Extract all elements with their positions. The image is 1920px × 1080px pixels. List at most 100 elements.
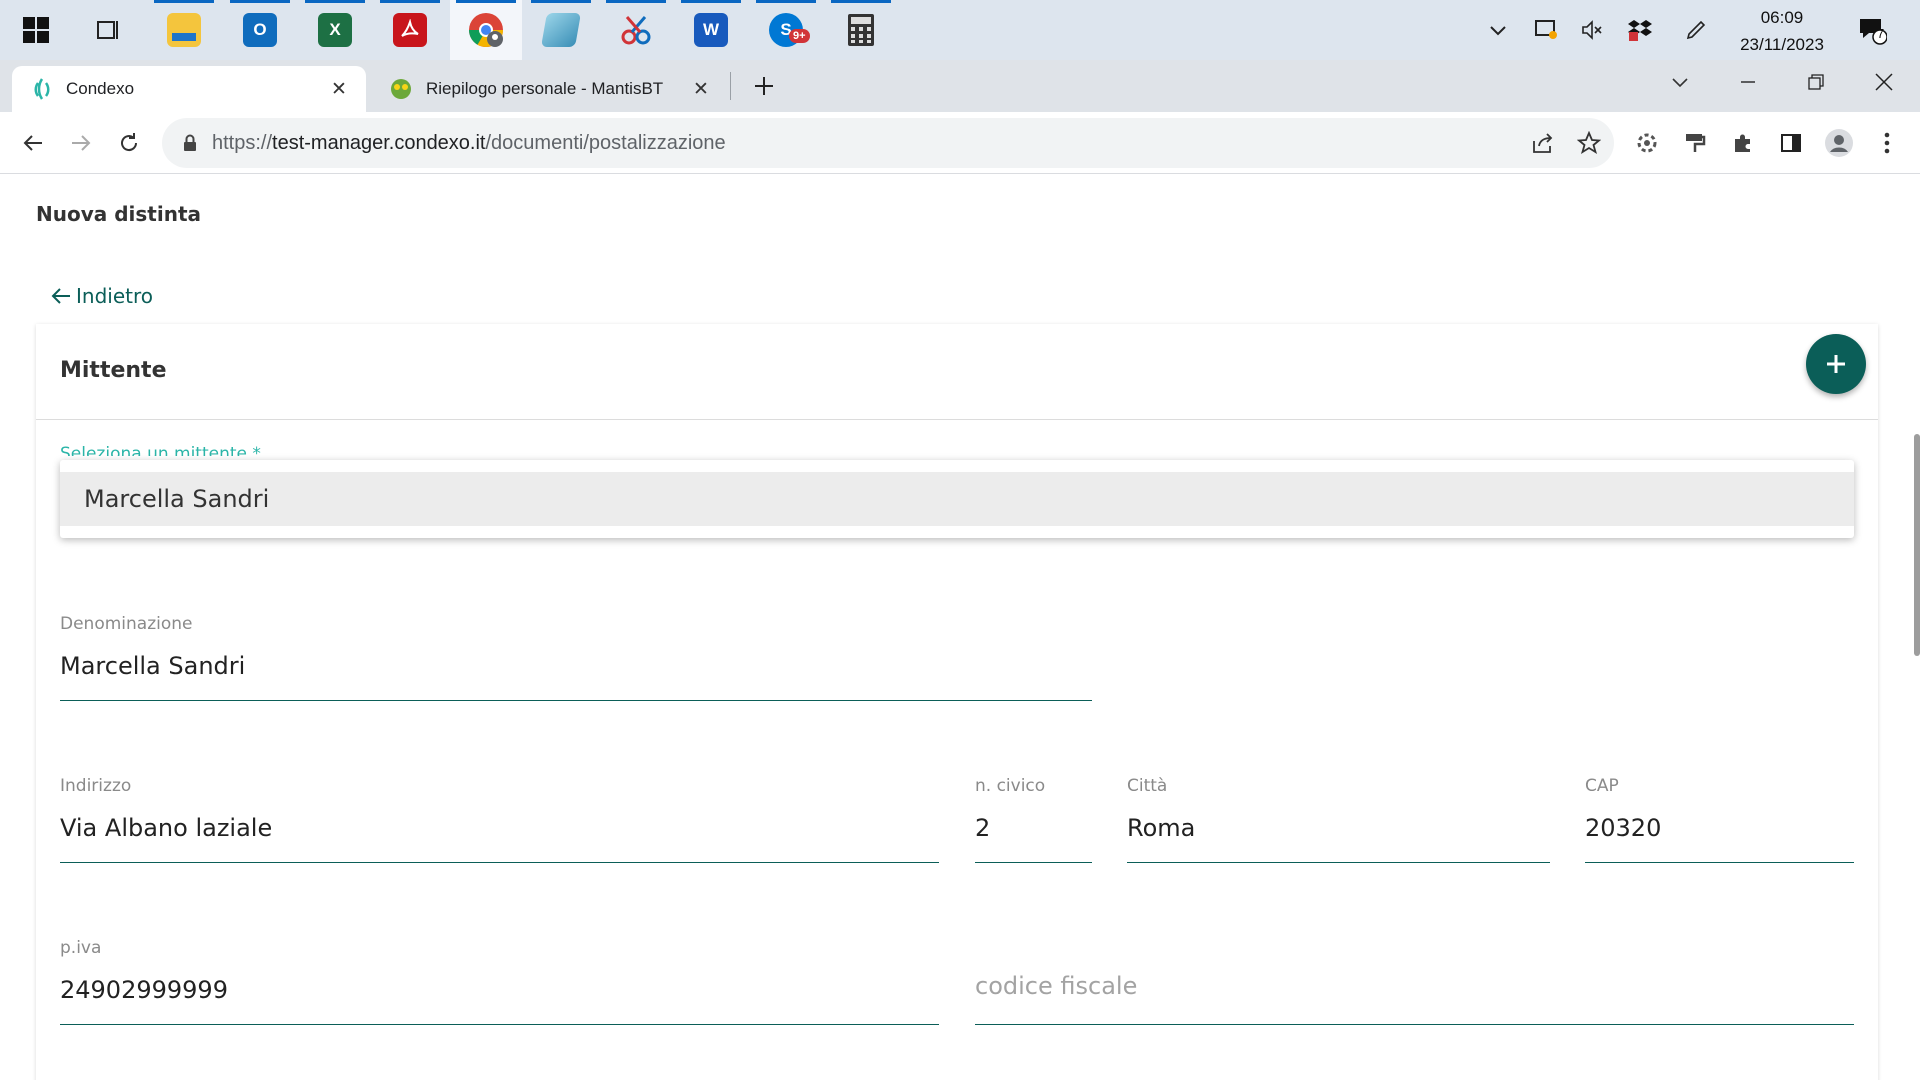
paint-roller-icon bbox=[1686, 134, 1706, 152]
new-tab-button[interactable] bbox=[740, 64, 788, 108]
arrow-right-icon bbox=[72, 135, 91, 151]
window-close-button[interactable] bbox=[1856, 60, 1912, 104]
monitor-icon bbox=[1535, 20, 1557, 39]
tab-close-button[interactable]: ✕ bbox=[688, 76, 714, 102]
side-panel-icon bbox=[1781, 134, 1801, 152]
dropdown-option[interactable]: Marcella Sandri bbox=[60, 472, 1854, 526]
tab-search-button[interactable] bbox=[1652, 60, 1708, 104]
extension-2-button[interactable] bbox=[1678, 126, 1712, 160]
url-path: /documenti/postalizzazione bbox=[485, 131, 726, 154]
civico-field[interactable]: n. civico 2 bbox=[975, 776, 1092, 863]
chevron-down-icon bbox=[1672, 78, 1688, 88]
url-text: https://test-manager.condexo.it/document… bbox=[212, 132, 726, 155]
taskbar-skype[interactable]: S 9+ bbox=[750, 0, 822, 60]
extension-1-button[interactable] bbox=[1630, 126, 1664, 160]
acrobat-icon bbox=[393, 13, 427, 47]
mittente-card: Mittente Seleziona un mittente * Marcell… bbox=[36, 324, 1878, 1080]
extensions-button[interactable] bbox=[1726, 126, 1760, 160]
indirizzo-underline bbox=[60, 862, 939, 863]
puzzle-icon bbox=[1735, 134, 1750, 152]
tray-dropbox[interactable] bbox=[1622, 0, 1658, 60]
windows-logo-icon bbox=[23, 17, 49, 43]
civico-underline bbox=[975, 862, 1092, 863]
windows-start-button[interactable] bbox=[0, 0, 72, 60]
denominazione-field[interactable]: Denominazione Marcella Sandri bbox=[60, 614, 1092, 701]
forward-button[interactable] bbox=[60, 122, 102, 164]
cap-field[interactable]: CAP 20320 bbox=[1585, 776, 1854, 863]
citta-field[interactable]: Città Roma bbox=[1127, 776, 1550, 863]
select-mittente-label: Seleziona un mittente * bbox=[60, 444, 261, 456]
denominazione-value: Marcella Sandri bbox=[60, 652, 246, 680]
share-button[interactable] bbox=[1526, 126, 1560, 160]
taskbar-chrome[interactable] bbox=[450, 0, 522, 60]
volume-muted-icon bbox=[1582, 20, 1602, 40]
folder-icon bbox=[167, 13, 201, 47]
cap-underline bbox=[1585, 862, 1854, 863]
taskbar-snipping-tool[interactable] bbox=[600, 0, 672, 60]
citta-underline bbox=[1127, 862, 1550, 863]
avatar-icon bbox=[1825, 129, 1853, 157]
chrome-menu-button[interactable] bbox=[1870, 126, 1904, 160]
taskbar-clock[interactable]: 06:09 23/11/2023 bbox=[1712, 4, 1852, 58]
civico-value: 2 bbox=[975, 814, 991, 842]
tray-overflow-chevron[interactable] bbox=[1480, 0, 1516, 60]
reload-button[interactable] bbox=[108, 122, 150, 164]
tab-mantisbt[interactable]: Riepilogo personale - MantisBT ✕ bbox=[374, 66, 728, 112]
notepad-icon bbox=[541, 13, 581, 47]
kebab-menu-icon bbox=[1884, 132, 1890, 154]
tab-title: Condexo bbox=[66, 79, 135, 98]
page-scrollbar[interactable] bbox=[1914, 434, 1920, 656]
tab-condexo[interactable]: Condexo ✕ bbox=[12, 66, 366, 112]
codice-fiscale-underline bbox=[975, 1024, 1854, 1025]
bookmark-button[interactable] bbox=[1572, 126, 1606, 160]
window-restore-button[interactable] bbox=[1788, 60, 1844, 104]
back-link-label: Indietro bbox=[76, 284, 153, 308]
tab-title: Riepilogo personale - MantisBT bbox=[426, 79, 664, 98]
url-host: test-manager.condexo.it bbox=[272, 131, 486, 154]
restore-icon bbox=[1808, 74, 1824, 90]
window-minimize-button[interactable] bbox=[1720, 60, 1776, 104]
excel-icon: X bbox=[318, 13, 352, 47]
indirizzo-field[interactable]: Indirizzo Via Albano laziale bbox=[60, 776, 939, 863]
cap-value: 20320 bbox=[1585, 814, 1662, 842]
notification-center-button[interactable]: 7 bbox=[1852, 0, 1892, 60]
piva-field[interactable]: p.iva 24902999999 bbox=[60, 938, 939, 1025]
word-icon: W bbox=[694, 13, 728, 47]
tab-close-button[interactable]: ✕ bbox=[326, 76, 352, 102]
taskbar-acrobat[interactable] bbox=[374, 0, 446, 60]
calculator-icon bbox=[848, 14, 874, 46]
arrow-left-icon bbox=[23, 135, 42, 151]
taskbar-calculator[interactable] bbox=[825, 0, 897, 60]
dropbox-icon bbox=[1628, 20, 1652, 41]
cap-label: CAP bbox=[1585, 776, 1619, 796]
taskbar-notepad-app[interactable] bbox=[525, 0, 597, 60]
taskbar-excel[interactable]: X bbox=[299, 0, 371, 60]
taskbar-file-explorer[interactable] bbox=[148, 0, 220, 60]
tray-pen[interactable] bbox=[1678, 0, 1714, 60]
add-mittente-button[interactable] bbox=[1806, 334, 1866, 394]
codice-fiscale-placeholder: codice fiscale bbox=[975, 972, 1138, 1000]
skype-icon: S 9+ bbox=[769, 13, 810, 47]
back-link[interactable]: Indietro bbox=[50, 284, 153, 308]
taskbar-word[interactable]: W bbox=[675, 0, 747, 60]
windows-taskbar: O X W S 9+ 06:09 23/11/2023 7 bbox=[0, 0, 1920, 60]
chevron-up-icon bbox=[1490, 26, 1506, 36]
extension-gear-icon bbox=[1637, 133, 1657, 153]
star-icon bbox=[1577, 131, 1601, 154]
profile-button[interactable] bbox=[1822, 126, 1856, 160]
tray-volume[interactable] bbox=[1574, 0, 1610, 60]
side-panel-button[interactable] bbox=[1774, 126, 1808, 160]
task-view-button[interactable] bbox=[72, 0, 144, 60]
back-button[interactable] bbox=[12, 122, 54, 164]
page-content: Nuova distinta Indietro Mittente Selezio… bbox=[0, 174, 1920, 1080]
clock-time: 06:09 bbox=[1760, 8, 1804, 27]
address-bar[interactable]: https://test-manager.condexo.it/document… bbox=[162, 118, 1614, 168]
task-view-icon bbox=[97, 21, 118, 39]
taskbar-outlook[interactable]: O bbox=[224, 0, 296, 60]
clock-date: 23/11/2023 bbox=[1740, 35, 1824, 54]
browser-toolbar: https://test-manager.condexo.it/document… bbox=[0, 112, 1920, 174]
mantis-favicon-icon bbox=[391, 79, 411, 99]
tray-display-icon[interactable] bbox=[1528, 0, 1564, 60]
condexo-favicon-icon bbox=[34, 78, 50, 100]
mittente-dropdown: Marcella Sandri bbox=[60, 460, 1854, 538]
